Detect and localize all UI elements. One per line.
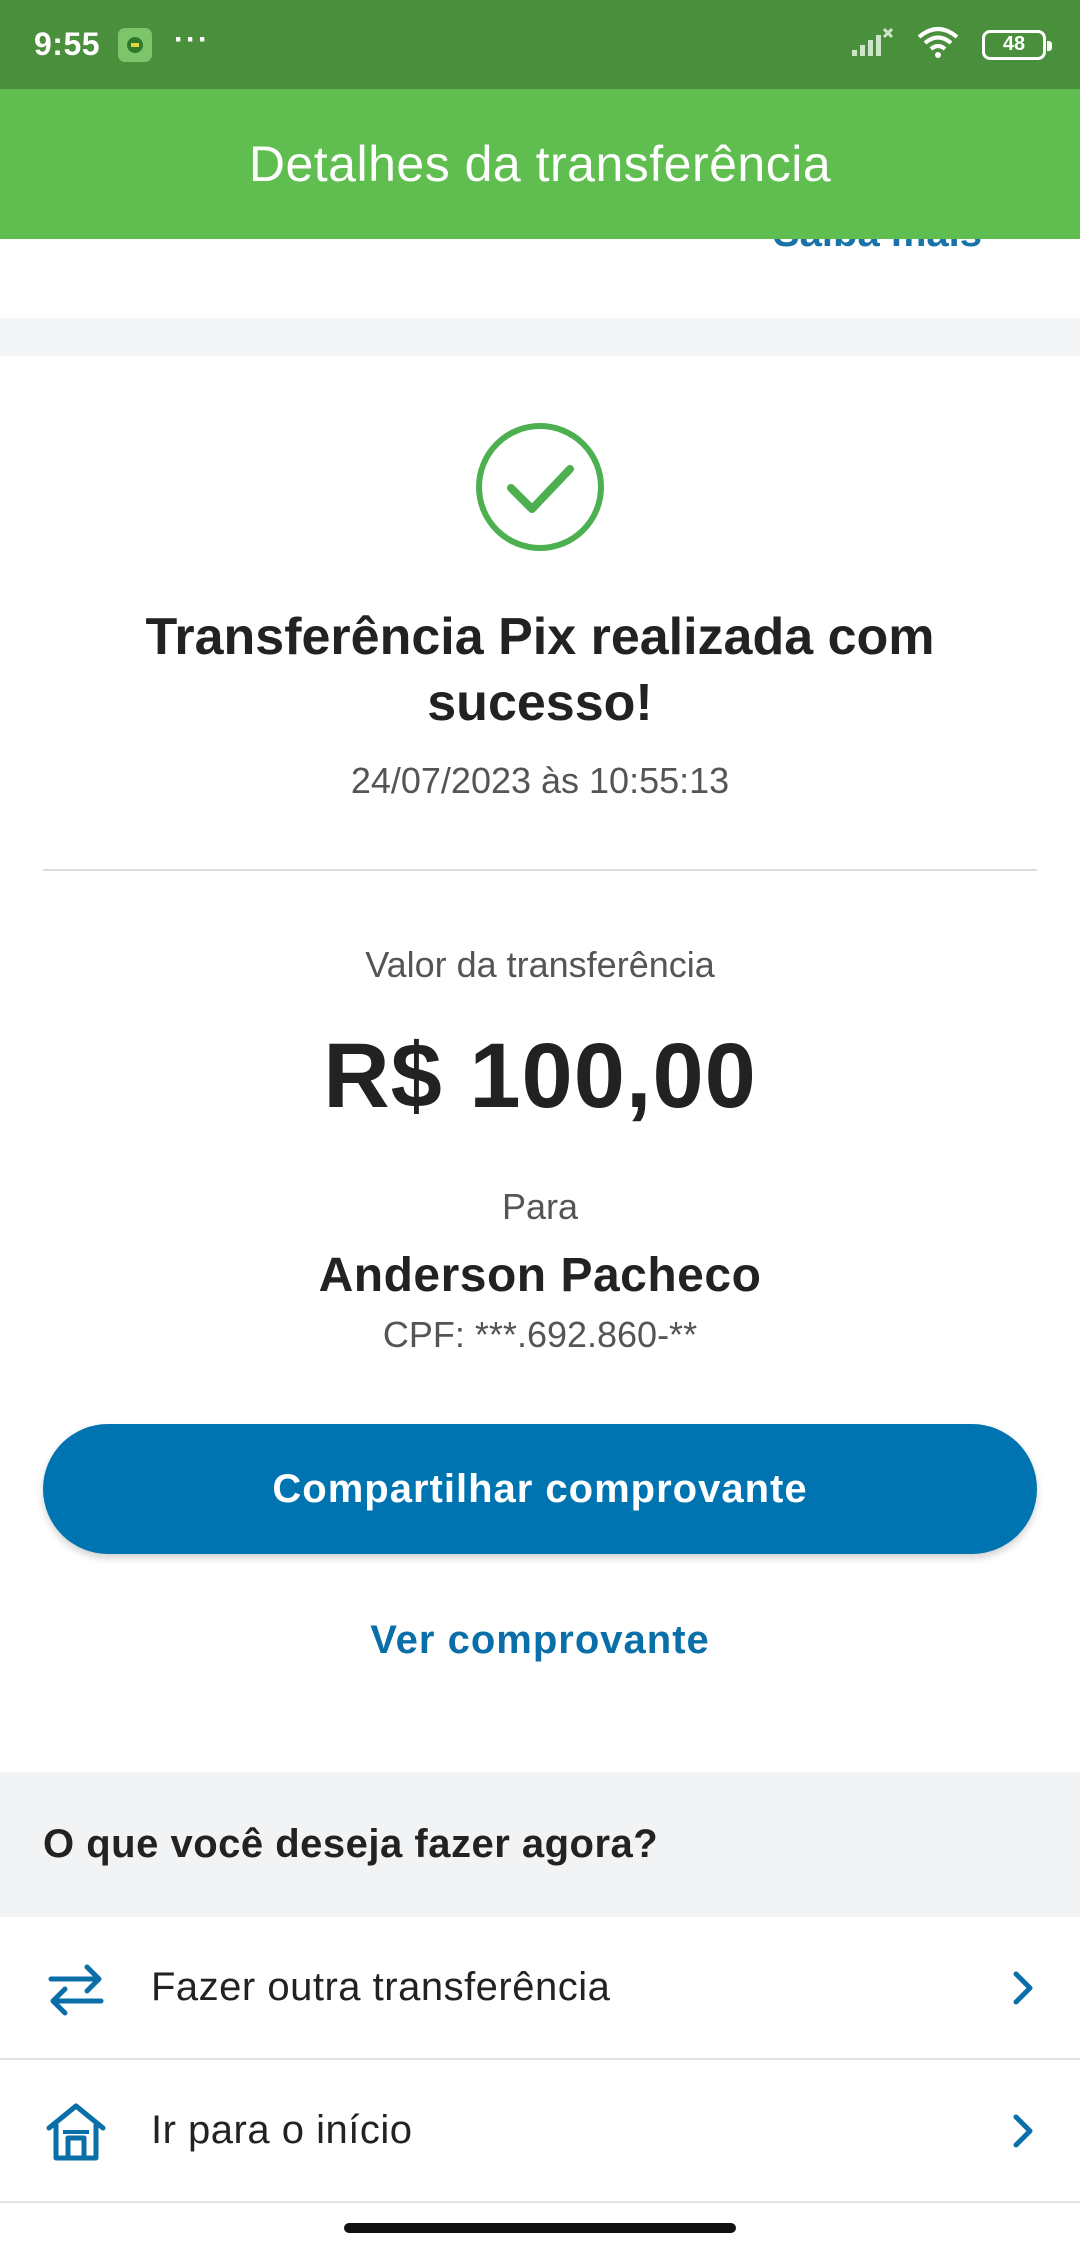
share-receipt-button[interactable]: Compartilhar comprovante <box>43 1424 1037 1554</box>
more-notifications-icon: ··· <box>174 22 211 56</box>
app-bar: Detalhes da transferência <box>0 89 1080 239</box>
status-indicators: 48 <box>850 25 1052 64</box>
next-actions-title: O que você deseja fazer agora? <box>43 1822 659 1866</box>
status-bar: 9:55 ··· 48 <box>0 0 1080 89</box>
amount-label: Valor da transferência <box>365 944 715 985</box>
transfer-arrows-icon <box>48 1964 104 2015</box>
info-card: Saiba mais <box>0 211 1080 318</box>
chevron-right-icon <box>1013 1971 1033 2004</box>
wifi-icon <box>916 25 960 64</box>
amount-value: R$ 100,00 <box>323 1025 757 1127</box>
status-time: 9:55 <box>34 26 101 62</box>
recipient-name: Anderson Pacheco <box>318 1249 762 1302</box>
page-title: Detalhes da transferência <box>248 136 832 192</box>
divider <box>43 869 1037 871</box>
battery-level: 48 <box>1002 33 1026 55</box>
action-label: Ir para o início <box>151 2108 413 2152</box>
signal-icon <box>850 26 894 63</box>
success-title: Transferência Pix realizada com sucesso! <box>145 608 935 732</box>
action-go-home[interactable]: Ir para o início <box>0 2060 1080 2203</box>
home-icon <box>46 2103 106 2160</box>
recipient-document: CPF: ***.692.860-** <box>382 1314 698 1355</box>
app-notification-icon <box>118 27 153 62</box>
home-indicator[interactable] <box>344 2223 736 2233</box>
recipient-label: Para <box>501 1186 579 1227</box>
section-gap <box>0 318 1080 356</box>
receipt-card: Transferência Pix realizada com sucesso!… <box>0 356 1080 1772</box>
transfer-details-screen: 9:55 ··· 48 Detalhes da transferência Tr… <box>0 0 1080 2248</box>
battery-icon: 48 <box>982 29 1052 60</box>
transfer-datetime: 24/07/2023 às 10:55:13 <box>350 760 730 801</box>
check-circle-icon <box>476 423 604 551</box>
action-new-transfer[interactable]: Fazer outra transferência <box>0 1917 1080 2060</box>
action-label: Fazer outra transferência <box>151 1965 611 2009</box>
chevron-right-icon <box>1013 2114 1033 2147</box>
next-actions-header: O que você deseja fazer agora? <box>0 1772 1080 1917</box>
view-receipt-link[interactable]: Ver comprovante <box>0 1618 1080 1663</box>
